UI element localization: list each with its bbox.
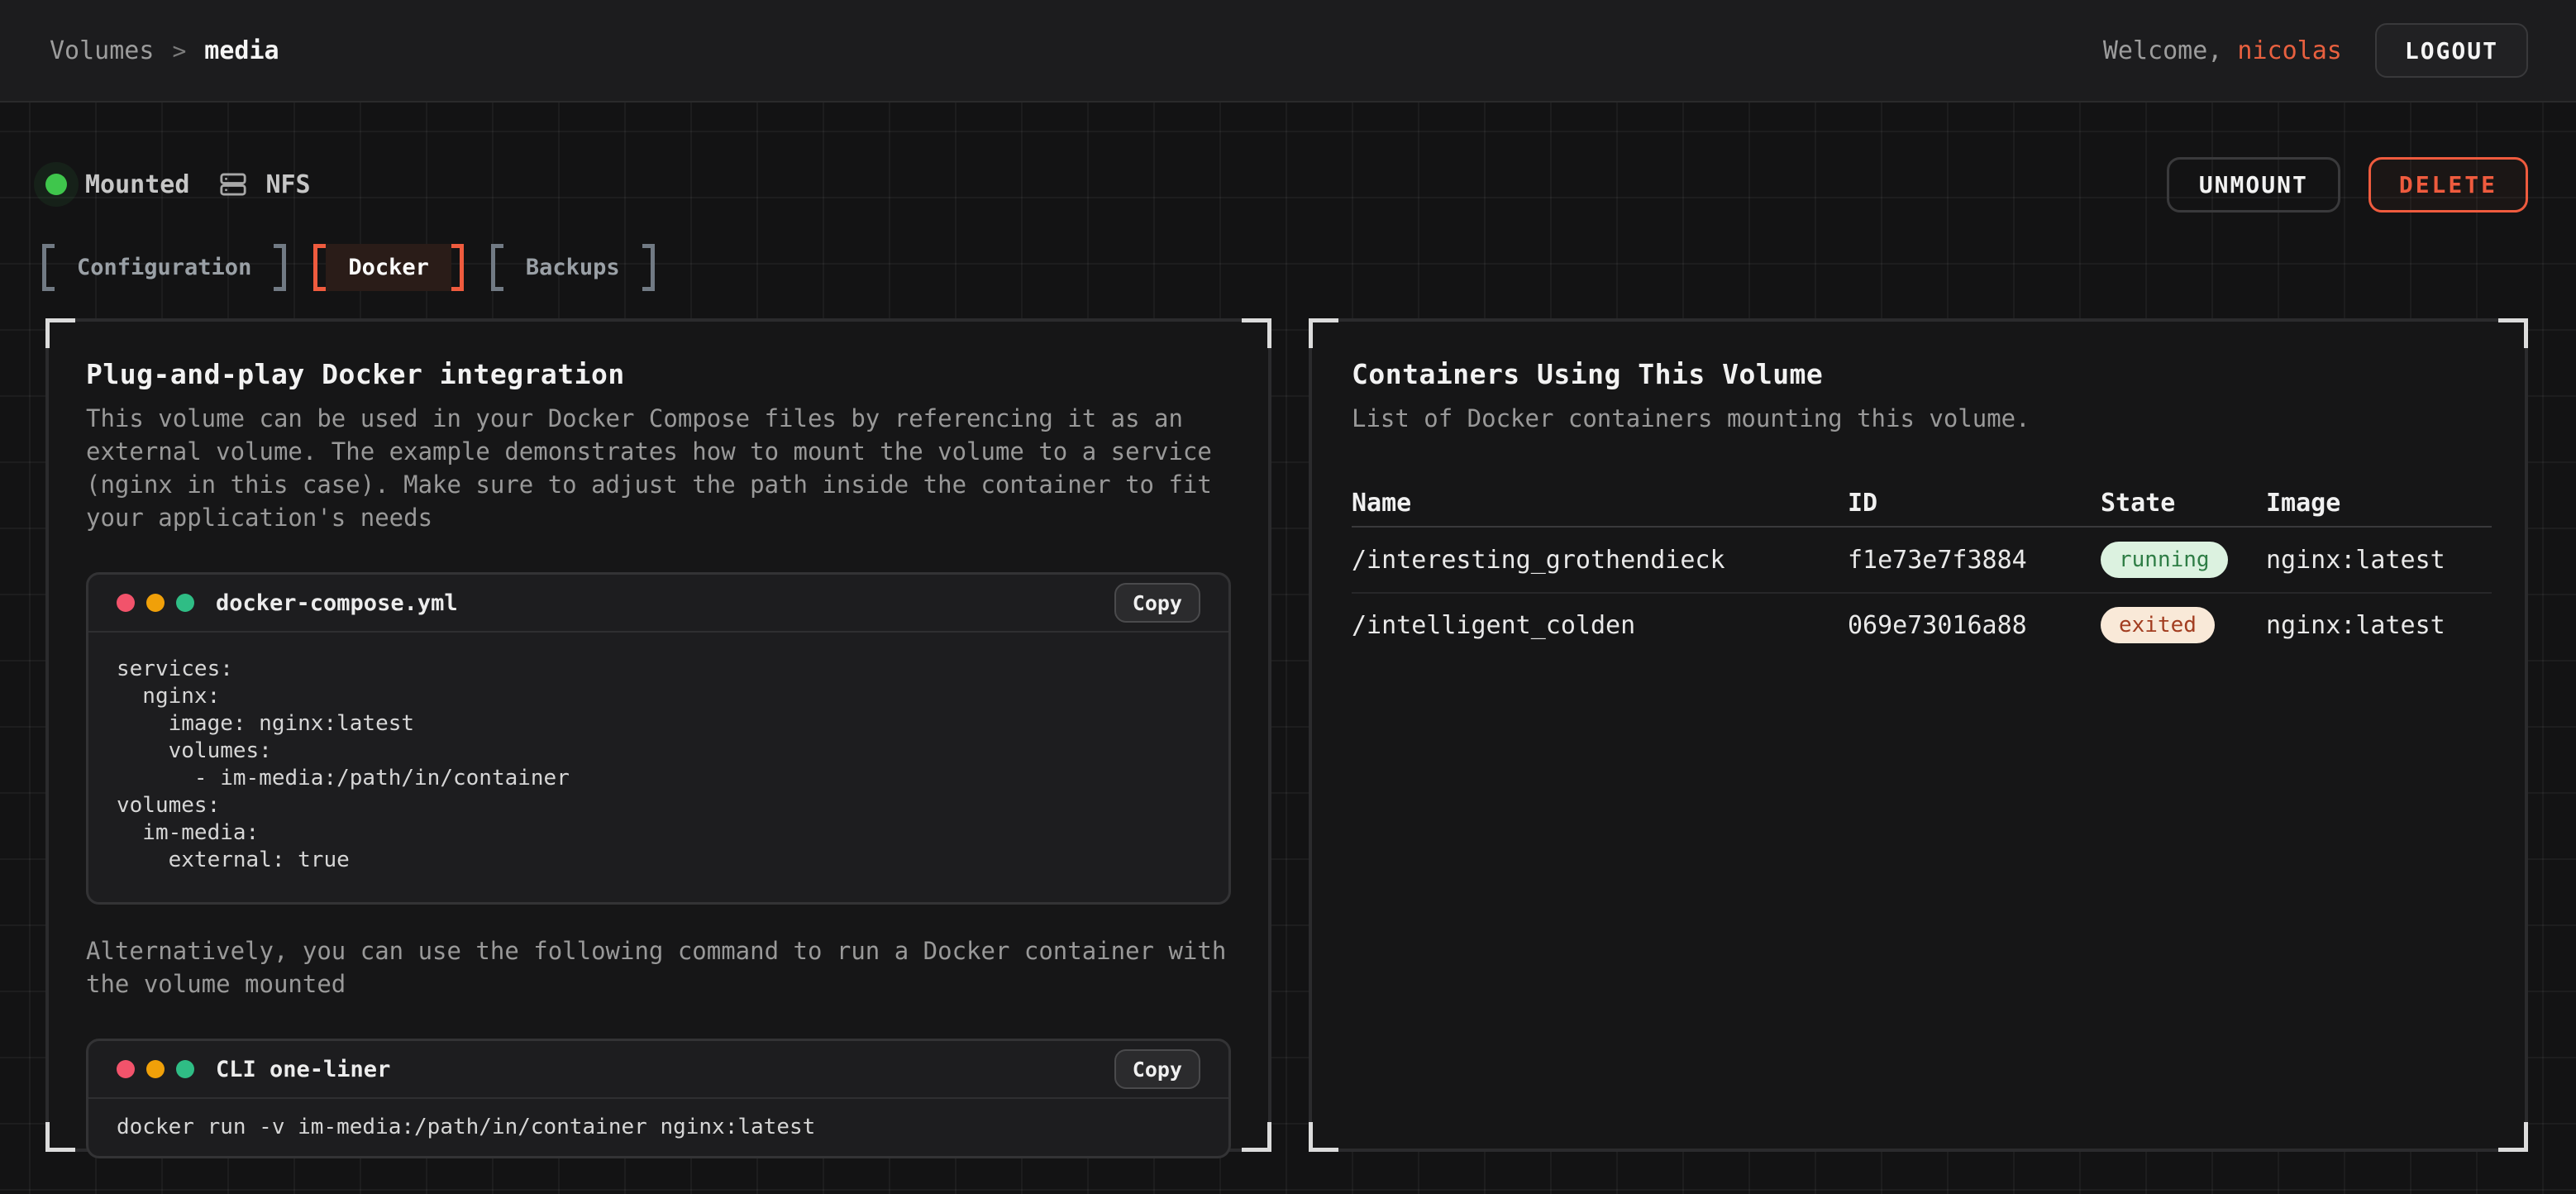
status-row: Mounted NFS UNMOUNT DELETE [45, 154, 2528, 215]
panel-corner-accent [1309, 318, 1338, 348]
containers-panel: Containers Using This Volume List of Doc… [1309, 318, 2528, 1152]
bracket-right-icon [642, 244, 655, 291]
col-header-state: State [2101, 489, 2266, 518]
container-state-cell: running [2101, 542, 2266, 578]
containers-panel-subtitle: List of Docker containers mounting this … [1352, 402, 2485, 435]
status-badge: running [2101, 542, 2228, 578]
docker-panel-title: Plug-and-play Docker integration [86, 358, 1231, 390]
bracket-right-icon [451, 244, 464, 291]
col-header-id: ID [1848, 489, 2101, 518]
delete-button[interactable]: DELETE [2368, 157, 2528, 213]
breadcrumb-current-volume: media [204, 36, 279, 65]
panel-corner-accent [2498, 318, 2528, 348]
container-image: nginx:latest [2266, 611, 2492, 640]
panel-corner-accent [45, 1122, 75, 1152]
top-bar: Volumes > media Welcome, nicolas LOGOUT [0, 0, 2576, 103]
tab-docker[interactable]: Docker [313, 244, 464, 291]
compose-code-header: docker-compose.yml Copy [88, 575, 1228, 633]
panel-corner-accent [1242, 318, 1271, 348]
nfs-label: NFS [265, 170, 310, 199]
compose-filename: docker-compose.yml [216, 590, 458, 616]
logout-button[interactable]: LOGOUT [2375, 23, 2528, 78]
tab-configuration-label: Configuration [55, 244, 274, 291]
traffic-green-icon [176, 1060, 194, 1078]
table-row: /interesting_grothendieck f1e73e7f3884 r… [1352, 528, 2492, 592]
chevron-right-icon: > [172, 37, 186, 64]
tab-docker-label: Docker [326, 244, 451, 291]
traffic-red-icon [117, 594, 135, 612]
tab-backups[interactable]: Backups [491, 244, 655, 291]
container-name: /interesting_grothendieck [1352, 546, 1848, 575]
tab-backups-label: Backups [503, 244, 642, 291]
cli-copy-button[interactable]: Copy [1114, 1049, 1200, 1089]
panel-corner-accent [2498, 1122, 2528, 1152]
col-header-name: Name [1352, 489, 1848, 518]
docker-panel-description: This volume can be used in your Docker C… [86, 402, 1231, 534]
cli-code-block: CLI one-liner Copy docker run -v im-medi… [86, 1039, 1231, 1158]
containers-table: Name ID State Image /interesting_grothen… [1352, 480, 2492, 657]
table-row: /intelligent_colden 069e73016a88 exited … [1352, 592, 2492, 657]
bracket-left-icon [491, 244, 503, 291]
bracket-left-icon [313, 244, 326, 291]
cli-code-header: CLI one-liner Copy [88, 1041, 1228, 1099]
bracket-left-icon [42, 244, 55, 291]
nfs-type: NFS [219, 170, 310, 199]
traffic-amber-icon [146, 594, 165, 612]
traffic-red-icon [117, 1060, 135, 1078]
traffic-green-icon [176, 594, 194, 612]
topbar-right: Welcome, nicolas LOGOUT [2103, 23, 2528, 78]
traffic-amber-icon [146, 1060, 165, 1078]
welcome-prefix: Welcome, [2103, 36, 2238, 65]
tab-configuration[interactable]: Configuration [42, 244, 286, 291]
volume-actions: UNMOUNT DELETE [2167, 157, 2528, 213]
tab-bar: Configuration Docker Backups [42, 244, 655, 291]
unmount-button[interactable]: UNMOUNT [2167, 157, 2340, 213]
volume-status: Mounted NFS [45, 170, 311, 199]
panel-corner-accent [1309, 1122, 1338, 1152]
container-image: nginx:latest [2266, 546, 2492, 575]
traffic-lights [117, 594, 194, 612]
traffic-lights [117, 1060, 194, 1078]
mounted-status: Mounted [45, 170, 189, 199]
container-name: /intelligent_colden [1352, 611, 1848, 640]
status-badge: exited [2101, 607, 2215, 643]
mounted-status-dot-icon [45, 174, 67, 195]
container-state-cell: exited [2101, 607, 2266, 643]
panel-corner-accent [1242, 1122, 1271, 1152]
col-header-image: Image [2266, 489, 2492, 518]
cli-title: CLI one-liner [216, 1057, 390, 1082]
username: nicolas [2237, 36, 2341, 65]
containers-panel-title: Containers Using This Volume [1352, 358, 2485, 390]
breadcrumb-volumes-link[interactable]: Volumes [50, 36, 154, 65]
container-id: f1e73e7f3884 [1848, 546, 2101, 575]
compose-copy-button[interactable]: Copy [1114, 583, 1200, 623]
docker-integration-panel: Plug-and-play Docker integration This vo… [45, 318, 1271, 1152]
mounted-label: Mounted [85, 170, 189, 199]
compose-code-content: services: nginx: image: nginx:latest vol… [88, 633, 1228, 902]
cli-code-content: docker run -v im-media:/path/in/containe… [88, 1099, 1228, 1156]
containers-table-header: Name ID State Image [1352, 480, 2492, 528]
welcome-text: Welcome, nicolas [2103, 36, 2342, 65]
compose-code-block: docker-compose.yml Copy services: nginx:… [86, 572, 1231, 905]
bracket-right-icon [274, 244, 286, 291]
panel-corner-accent [45, 318, 75, 348]
breadcrumb: Volumes > media [50, 36, 279, 65]
server-stack-icon [219, 170, 247, 198]
container-id: 069e73016a88 [1848, 611, 2101, 640]
cli-alternative-text: Alternatively, you can use the following… [86, 934, 1231, 1001]
